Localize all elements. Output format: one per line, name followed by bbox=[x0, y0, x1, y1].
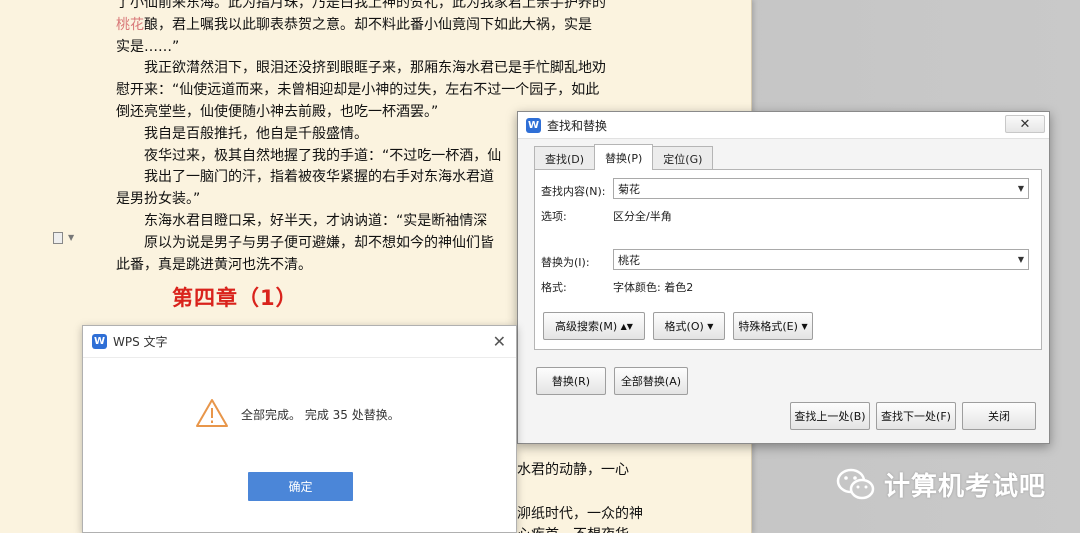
line-text: 我正欲潸然泪下，眼泪还没挤到眼眶子来，那厢东海水君已是手忙脚乱地劝 bbox=[144, 60, 606, 77]
line-text: 慰开来：“仙使远道而来，未曾相迎却是小神的过失，左右不过一个园子，如此 bbox=[116, 82, 600, 99]
find-next-button[interactable]: 查找下一处(F) bbox=[876, 402, 956, 430]
paragraph-marker-icon[interactable] bbox=[53, 232, 63, 244]
tab-goto[interactable]: 定位(G) bbox=[652, 146, 714, 170]
document-line: 实是……” bbox=[116, 37, 646, 59]
replace-value: 桃花 bbox=[618, 253, 640, 267]
format-value: 字体颜色: 着色2 bbox=[613, 281, 694, 294]
advanced-search-button[interactable]: 高级搜索(M) ▲▼ bbox=[543, 312, 645, 340]
message-text: 全部完成。 完成 35 处替换。 bbox=[241, 408, 400, 422]
replace-button[interactable]: 替换(R) bbox=[536, 367, 606, 395]
warning-icon bbox=[195, 398, 229, 428]
line-text: 夜华过来，极其自然地握了我的手道：“不过吃一杯酒，仙 bbox=[144, 147, 502, 164]
document-line: 我正欲潸然泪下，眼泪还没挤到眼眶子来，那厢东海水君已是手忙脚乱地劝 bbox=[116, 58, 646, 80]
replace-all-button[interactable]: 全部替换(A) bbox=[614, 367, 688, 395]
advanced-search-label: 高级搜索(M) bbox=[555, 320, 618, 333]
document-line: 心疾首，不想夜华 bbox=[517, 525, 643, 533]
ok-button[interactable]: 确定 bbox=[248, 472, 353, 501]
line-text: 酿，君上嘱我以此聊表恭贺之意。却不料此番小仙竟闯下如此大祸，实是 bbox=[144, 16, 592, 33]
message-dialog: W WPS 文字 ✕ 全部完成。 完成 35 处替换。 确定 bbox=[82, 325, 517, 533]
line-text: 实是……” bbox=[116, 38, 180, 55]
document-lower-text: 水君的动静，一心泖纸时代，一众的神心疾首，不想夜华 bbox=[517, 460, 643, 533]
chapter-heading: 第四章（1） bbox=[172, 286, 298, 310]
find-input[interactable]: 菊花 ▼ bbox=[613, 178, 1029, 199]
special-format-button[interactable]: 特殊格式(E) ▼ bbox=[733, 312, 813, 340]
close-icon[interactable]: ✕ bbox=[1005, 115, 1045, 133]
format-label: 格式: bbox=[541, 281, 567, 294]
sort-icon: ▲▼ bbox=[620, 321, 633, 331]
document-line: 慰开来：“仙使远道而来，未曾相迎却是小神的过失，左右不过一个园子，如此 bbox=[116, 80, 646, 102]
tab-find[interactable]: 查找(D) bbox=[534, 146, 596, 170]
chevron-down-icon[interactable]: ▼ bbox=[68, 233, 74, 242]
options-value: 区分全/半角 bbox=[613, 210, 672, 223]
format-button[interactable]: 格式(O) ▼ bbox=[653, 312, 725, 340]
watermark-text: 计算机考试吧 bbox=[884, 472, 1047, 502]
chevron-down-icon: ▼ bbox=[707, 321, 714, 331]
find-value: 菊花 bbox=[618, 182, 640, 196]
format-button-label: 格式(O) bbox=[664, 320, 704, 333]
line-text: 此番，真是跳进黄河也洗不清。 bbox=[116, 256, 312, 273]
line-text: 倒还亮堂些，仙使便随小神去前殿，也吃一杯酒罢。” bbox=[116, 103, 439, 120]
message-title: WPS 文字 bbox=[113, 335, 168, 349]
close-icon[interactable]: ✕ bbox=[493, 332, 506, 351]
wechat-logo-icon bbox=[836, 468, 876, 502]
replace-label: 替换为(I): bbox=[541, 256, 590, 269]
line-text: 了小仙前来东海。此为指月珠，乃是白我上神的贺礼，此为我家君上亲手护养的 bbox=[116, 0, 606, 11]
options-label: 选项: bbox=[541, 210, 567, 223]
dialog-titlebar[interactable]: W 查找和替换 bbox=[518, 112, 1049, 139]
line-text: 我出了一脑门的汗，指着被夜华紧握的右手对东海水君道 bbox=[144, 169, 494, 186]
special-format-label: 特殊格式(E) bbox=[738, 320, 798, 333]
line-text: 东海水君目瞪口呆，好半天，才讷讷道：“实是断袖情深 bbox=[144, 212, 488, 229]
chevron-down-icon: ▼ bbox=[801, 321, 808, 331]
close-button[interactable]: 关闭 bbox=[962, 402, 1036, 430]
wps-logo-icon: W bbox=[92, 334, 107, 349]
document-line: 泖纸时代，一众的神 bbox=[517, 505, 643, 522]
line-text: 原以为说是男子与男子便可避嫌，却不想如今的神仙们皆 bbox=[144, 234, 494, 251]
document-line: 水君的动静，一心 bbox=[517, 462, 629, 478]
replace-input[interactable]: 桃花 ▼ bbox=[613, 249, 1029, 270]
find-replace-dialog: W 查找和替换 ✕ 查找(D) 替换(P) 定位(G) 查找内容(N): 菊花 … bbox=[517, 111, 1050, 444]
dialog-title: 查找和替换 bbox=[547, 118, 608, 133]
chevron-down-icon[interactable]: ▼ bbox=[1018, 255, 1024, 264]
tab-bar: 查找(D) 替换(P) 定位(G) bbox=[534, 144, 714, 170]
document-line: 了小仙前来东海。此为指月珠，乃是白我上神的贺礼，此为我家君上亲手护养的 bbox=[116, 0, 646, 15]
line-text: 是男扮女装。” bbox=[116, 191, 201, 208]
tab-replace[interactable]: 替换(P) bbox=[594, 144, 654, 170]
wps-logo-icon: W bbox=[526, 117, 541, 133]
find-label: 查找内容(N): bbox=[541, 185, 606, 198]
chevron-down-icon[interactable]: ▼ bbox=[1018, 184, 1024, 193]
replace-panel: 查找内容(N): 菊花 ▼ 选项: 区分全/半角 替换为(I): 桃花 ▼ 格式… bbox=[534, 169, 1042, 350]
line-text: 我自是百般推托，他自是千般盛情。 bbox=[144, 125, 368, 142]
document-line: 桃花酿，君上嘱我以此聊表恭贺之意。却不料此番小仙竟闯下如此大祸，实是 bbox=[116, 15, 646, 37]
message-titlebar[interactable]: W WPS 文字 bbox=[83, 326, 516, 358]
find-previous-button[interactable]: 查找上一处(B) bbox=[790, 402, 870, 430]
highlighted-replacement: 桃花 bbox=[116, 16, 144, 33]
watermark: 计算机考试吧 bbox=[836, 466, 1046, 503]
